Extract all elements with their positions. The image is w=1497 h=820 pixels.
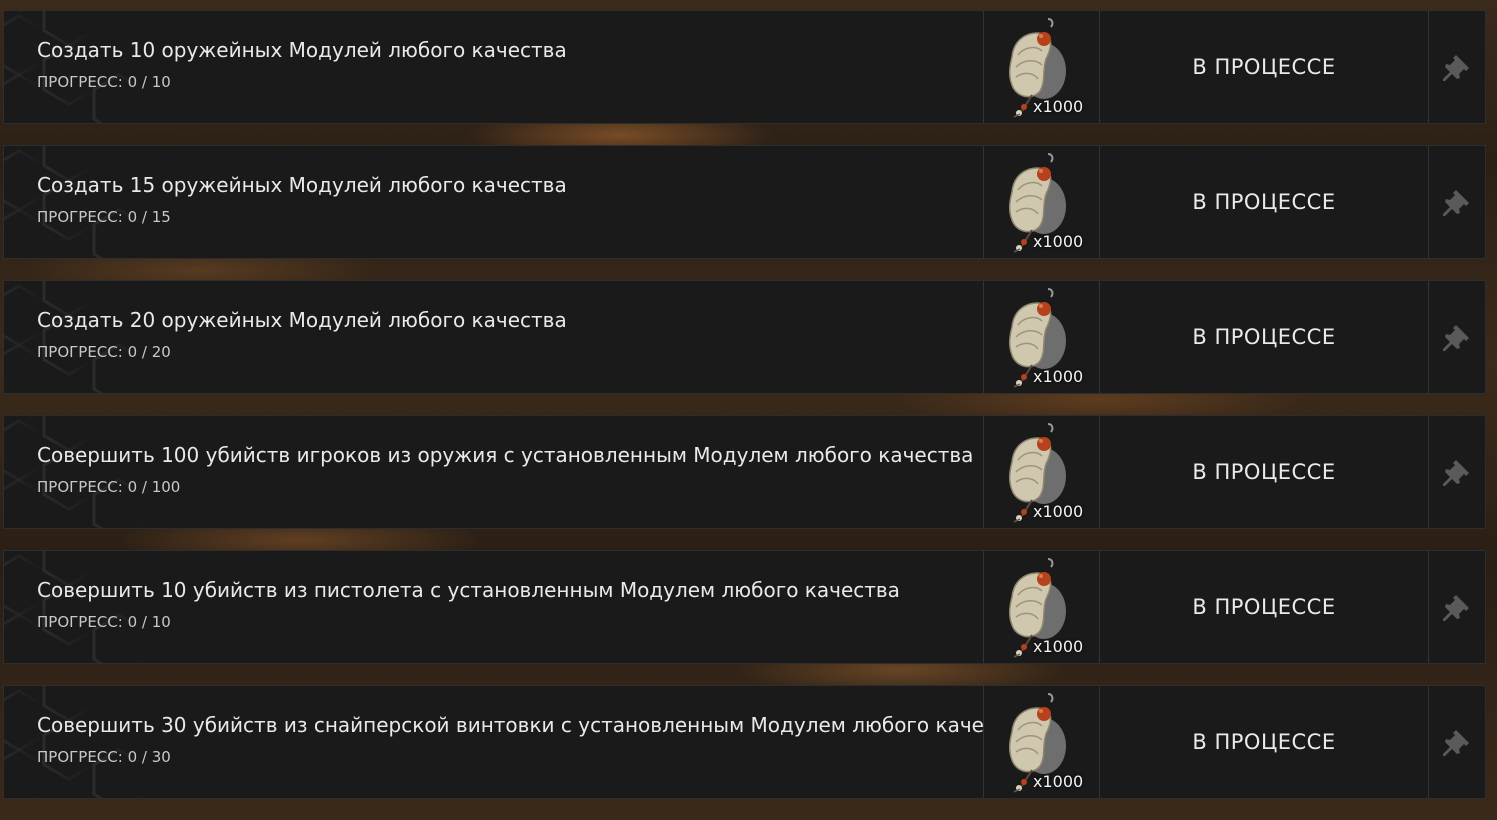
- pin-icon: [1442, 457, 1472, 487]
- quest-reward: x1000: [984, 281, 1100, 393]
- hex-pattern-decoration: [4, 551, 144, 663]
- quest-row[interactable]: Создать 20 оружейных Модулей любого каче…: [3, 280, 1486, 394]
- reward-count: x1000: [1033, 97, 1084, 116]
- quest-title: Совершить 100 убийств игроков из оружия …: [37, 443, 974, 467]
- reward-count: x1000: [1033, 637, 1084, 656]
- quest-info: Совершить 30 убийств из снайперской винт…: [4, 686, 984, 798]
- reward-count: x1000: [1033, 502, 1084, 521]
- pin-icon: [1442, 187, 1472, 217]
- pin-button[interactable]: [1429, 686, 1485, 798]
- quest-title: Создать 15 оружейных Модулей любого каче…: [37, 173, 567, 197]
- status-text: В ПРОЦЕССЕ: [1192, 730, 1336, 754]
- pin-button[interactable]: [1429, 11, 1485, 123]
- quest-title: Создать 10 оружейных Модулей любого каче…: [37, 38, 567, 62]
- quest-row[interactable]: Совершить 30 убийств из снайперской винт…: [3, 685, 1486, 799]
- hex-pattern-decoration: [4, 281, 144, 393]
- quest-status: В ПРОЦЕССЕ: [1100, 281, 1429, 393]
- quest-status: В ПРОЦЕССЕ: [1100, 416, 1429, 528]
- quest-status: В ПРОЦЕССЕ: [1100, 686, 1429, 798]
- quest-progress: ПРОГРЕСС: 0 / 15: [37, 208, 171, 226]
- hex-pattern-decoration: [4, 686, 144, 798]
- quest-row[interactable]: Создать 15 оружейных Модулей любого каче…: [3, 145, 1486, 259]
- quest-info: Совершить 10 убийств из пистолета с уста…: [4, 551, 984, 663]
- quest-reward: x1000: [984, 11, 1100, 123]
- quest-list: Создать 10 оружейных Модулей любого каче…: [3, 10, 1486, 820]
- status-text: В ПРОЦЕССЕ: [1192, 595, 1336, 619]
- quest-reward: x1000: [984, 551, 1100, 663]
- quest-info: Создать 10 оружейных Модулей любого каче…: [4, 11, 984, 123]
- pin-button[interactable]: [1429, 146, 1485, 258]
- quest-title: Совершить 10 убийств из пистолета с уста…: [37, 578, 900, 602]
- quest-status: В ПРОЦЕССЕ: [1100, 551, 1429, 663]
- pin-icon: [1442, 592, 1472, 622]
- quest-progress: ПРОГРЕСС: 0 / 10: [37, 73, 171, 91]
- quest-status: В ПРОЦЕССЕ: [1100, 11, 1429, 123]
- quest-row[interactable]: Совершить 100 убийств игроков из оружия …: [3, 415, 1486, 529]
- reward-count: x1000: [1033, 772, 1084, 791]
- reward-count: x1000: [1033, 232, 1084, 251]
- quest-title: Совершить 30 убийств из снайперской винт…: [37, 713, 984, 737]
- pin-button[interactable]: [1429, 416, 1485, 528]
- status-text: В ПРОЦЕССЕ: [1192, 460, 1336, 484]
- status-text: В ПРОЦЕССЕ: [1192, 325, 1336, 349]
- pin-button[interactable]: [1429, 551, 1485, 663]
- quest-title: Создать 20 оружейных Модулей любого каче…: [37, 308, 567, 332]
- reward-count: x1000: [1033, 367, 1084, 386]
- quest-progress: ПРОГРЕСС: 0 / 20: [37, 343, 171, 361]
- status-text: В ПРОЦЕССЕ: [1192, 190, 1336, 214]
- hex-pattern-decoration: [4, 11, 144, 123]
- quest-progress: ПРОГРЕСС: 0 / 10: [37, 613, 171, 631]
- status-text: В ПРОЦЕССЕ: [1192, 55, 1336, 79]
- quest-info: Создать 15 оружейных Модулей любого каче…: [4, 146, 984, 258]
- pin-button[interactable]: [1429, 281, 1485, 393]
- pin-icon: [1442, 52, 1472, 82]
- quest-reward: x1000: [984, 416, 1100, 528]
- hex-pattern-decoration: [4, 416, 144, 528]
- hex-pattern-decoration: [4, 146, 144, 258]
- quest-info: Создать 20 оружейных Модулей любого каче…: [4, 281, 984, 393]
- quest-progress: ПРОГРЕСС: 0 / 100: [37, 478, 181, 496]
- quest-reward: x1000: [984, 146, 1100, 258]
- quest-row[interactable]: Создать 10 оружейных Модулей любого каче…: [3, 10, 1486, 124]
- quest-progress: ПРОГРЕСС: 0 / 30: [37, 748, 171, 766]
- pin-icon: [1442, 322, 1472, 352]
- pin-icon: [1442, 727, 1472, 757]
- quest-status: В ПРОЦЕССЕ: [1100, 146, 1429, 258]
- quest-row[interactable]: Совершить 10 убийств из пистолета с уста…: [3, 550, 1486, 664]
- quest-reward: x1000: [984, 686, 1100, 798]
- quest-info: Совершить 100 убийств игроков из оружия …: [4, 416, 984, 528]
